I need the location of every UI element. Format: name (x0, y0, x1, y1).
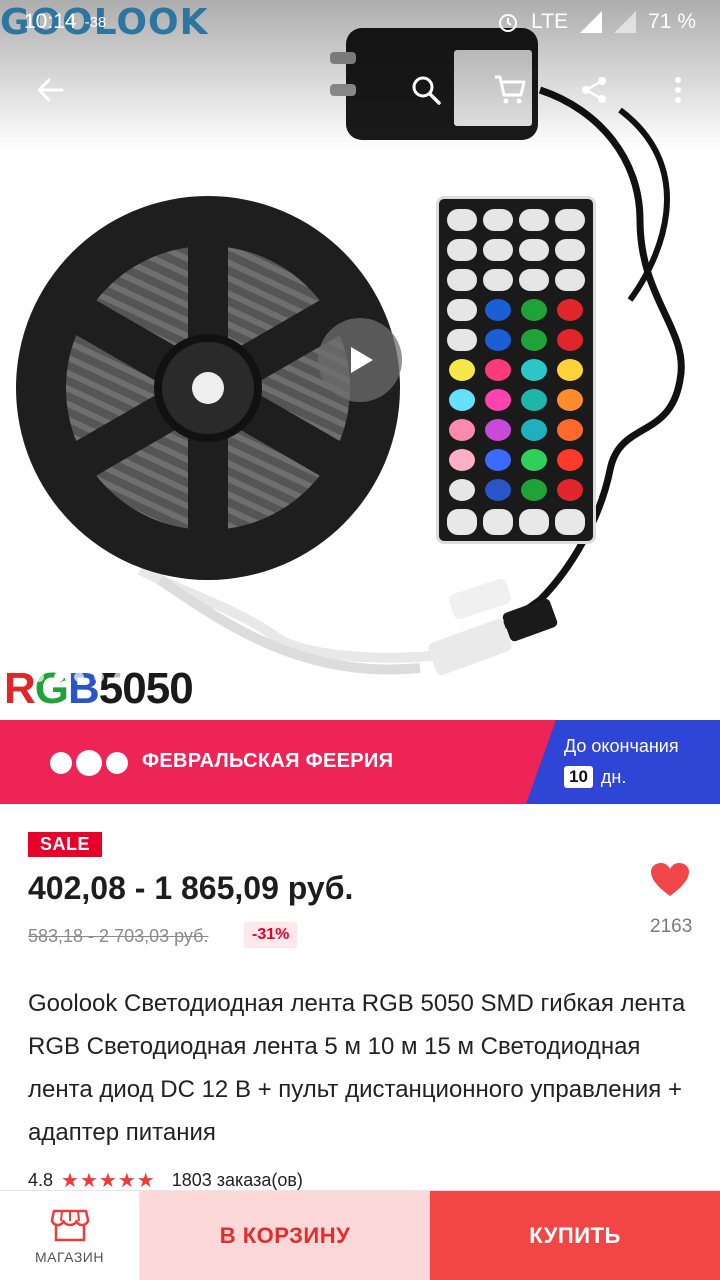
promo-days-number: 10 (564, 766, 593, 788)
arrow-left-icon (37, 78, 64, 102)
rating-value: 4.8 (28, 1170, 54, 1190)
remote-control-image (436, 196, 596, 544)
add-to-cart-button[interactable]: В КОРЗИНУ (140, 1191, 430, 1280)
favorites-count: 2163 (650, 916, 693, 937)
bottom-action-bar: МАГАЗИН В КОРЗИНУ КУПИТЬ (0, 1190, 720, 1280)
orders-count: 1803 заказа(ов) (171, 1170, 303, 1190)
more-options-button[interactable] (650, 62, 706, 118)
alarm-icon (499, 14, 518, 32)
cart-icon (495, 75, 526, 104)
pagination-dot[interactable] (94, 672, 104, 682)
play-icon (351, 347, 373, 373)
promo-title: ФЕВРАЛЬСКАЯ ФЕЕРИЯ (142, 750, 394, 772)
share-icon (582, 77, 606, 103)
search-icon (412, 76, 441, 105)
promo-banner[interactable]: ФЕВРАЛЬСКАЯ ФЕЕРИЯ До окончания 10 дн. (0, 720, 720, 804)
store-icon (50, 1209, 89, 1242)
store-button[interactable]: МАГАЗИН (0, 1191, 140, 1280)
product-gallery[interactable]: RGB5050 GOOLOOK 10:14 -38 LTE 71 % (0, 0, 720, 720)
share-button[interactable] (566, 62, 622, 118)
heart-icon (651, 863, 689, 896)
cart-button[interactable] (482, 62, 538, 118)
discount-badge: -31% (244, 922, 298, 948)
promo-days-unit: дн. (600, 766, 627, 787)
pagination-dot[interactable] (114, 672, 124, 682)
store-label: МАГАЗИН (35, 1249, 104, 1265)
promo-timer: До окончания 10 дн. (526, 720, 720, 804)
buy-now-button[interactable]: КУПИТЬ (430, 1191, 720, 1280)
old-price: 583,18 - 2 703,03 руб. (28, 926, 209, 946)
pagination-dot[interactable] (34, 672, 44, 682)
signal-icon (580, 11, 603, 33)
search-button[interactable] (398, 62, 454, 118)
promo-until-label: До окончания (564, 736, 679, 756)
pagination-dot-active[interactable] (54, 672, 64, 682)
product-price: 402,08 - 1 865,09 руб. (28, 870, 354, 906)
pagination-dot[interactable] (74, 672, 84, 682)
gallery-pagination (34, 672, 124, 682)
network-type: LTE (531, 10, 569, 33)
promo-dots-icon (50, 750, 128, 776)
status-notification: -38 (84, 13, 107, 31)
product-title: Goolook Светодиодная лента RGB 5050 SMD … (28, 990, 686, 1146)
more-vertical-icon (675, 77, 681, 103)
battery-level: 71 % (648, 10, 696, 33)
signal-icon-secondary (614, 11, 637, 33)
favorite-button[interactable] (650, 862, 698, 906)
play-video-button[interactable] (318, 318, 402, 402)
sale-badge: SALE (28, 832, 103, 857)
status-bar: 10:14 -38 LTE 71 % (0, 0, 720, 44)
back-button[interactable] (22, 62, 78, 118)
status-time: 10:14 (24, 10, 77, 33)
